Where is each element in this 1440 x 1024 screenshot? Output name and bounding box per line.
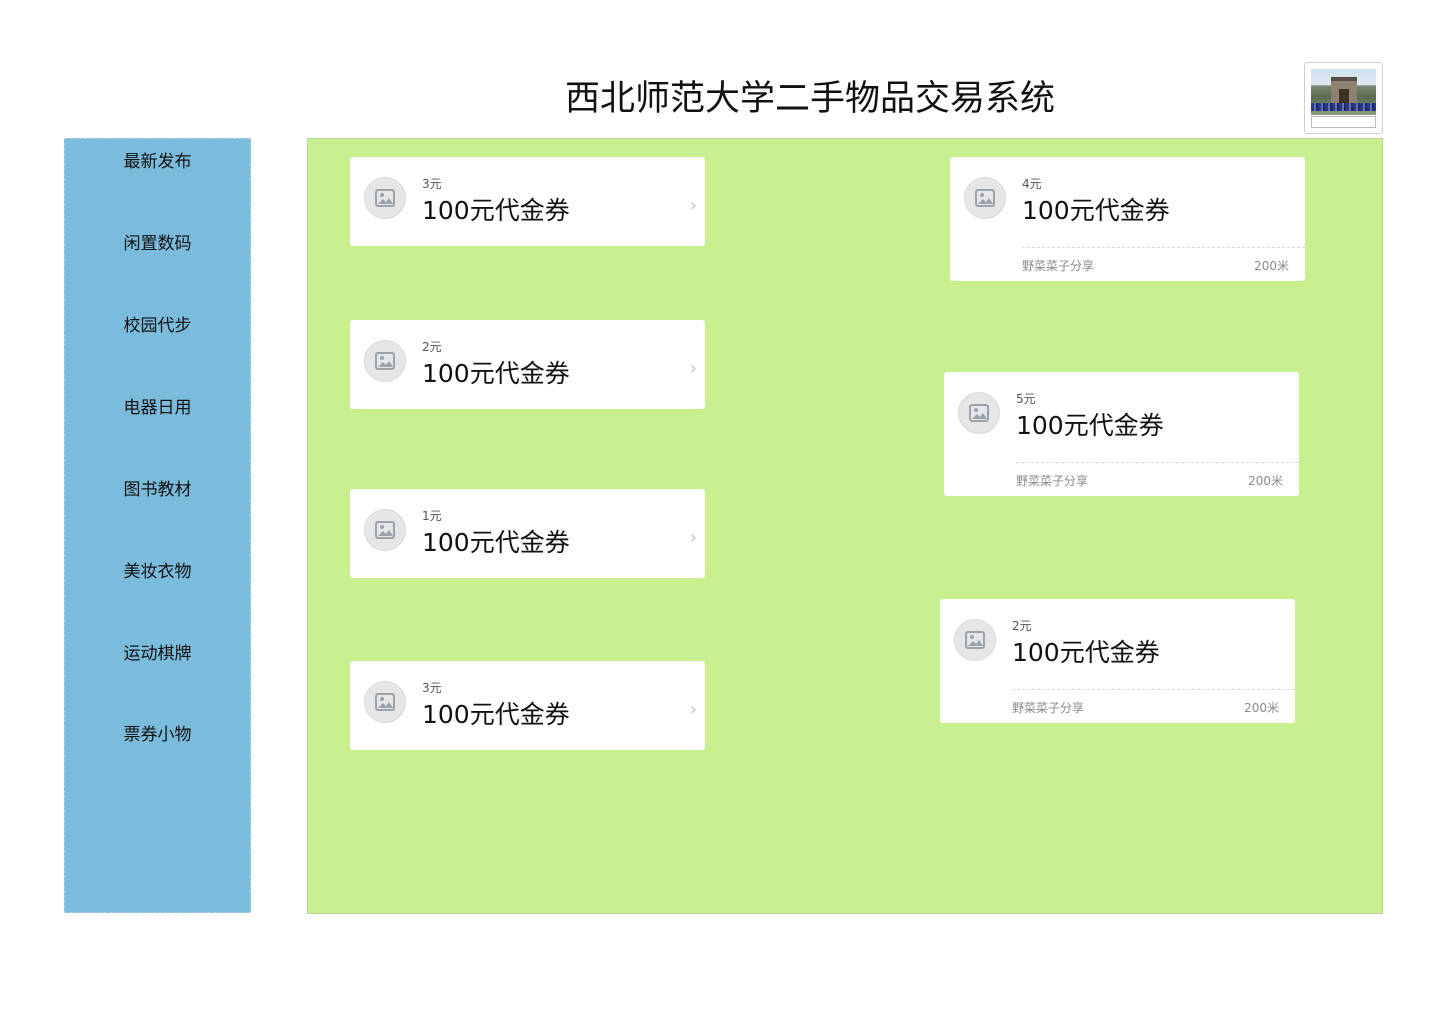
listing-card[interactable]: 2元 100元代金券 › — [350, 320, 705, 409]
listing-title: 100元代金券 — [1012, 638, 1160, 667]
image-placeholder-icon — [364, 509, 406, 551]
image-placeholder-icon — [964, 177, 1006, 219]
listing-price: 3元 — [422, 681, 442, 695]
listing-title: 100元代金券 — [422, 700, 570, 729]
listing-source: 野菜菜子分享 — [1012, 701, 1085, 715]
sidebar-item-books[interactable]: 图书教材 — [65, 479, 250, 501]
listing-distance: 200米 — [1254, 259, 1289, 273]
card-divider — [1022, 247, 1305, 248]
sidebar-item-appliances[interactable]: 电器日用 — [65, 397, 250, 419]
chevron-right-icon: › — [689, 699, 697, 720]
listing-price: 3元 — [422, 177, 442, 191]
chevron-right-icon: › — [689, 195, 697, 216]
sidebar-item-digital[interactable]: 闲置数码 — [65, 233, 250, 255]
listing-price: 1元 — [422, 509, 442, 523]
listing-price: 4元 — [1022, 177, 1042, 191]
card-divider — [1016, 462, 1299, 463]
listing-title: 100元代金券 — [1022, 196, 1170, 225]
listing-price: 2元 — [1012, 619, 1032, 633]
sidebar-item-latest[interactable]: 最新发布 — [65, 151, 250, 173]
listing-distance: 200米 — [1244, 701, 1279, 715]
listing-title: 100元代金券 — [422, 359, 570, 388]
chevron-right-icon: › — [689, 527, 697, 548]
listing-card[interactable]: 4元 100元代金券 野菜菜子分享 200米 — [950, 157, 1305, 281]
listing-source: 野菜菜子分享 — [1016, 474, 1089, 488]
listing-card[interactable]: 1元 100元代金券 › — [350, 489, 705, 578]
image-placeholder-icon — [364, 340, 406, 382]
listing-title: 100元代金券 — [422, 528, 570, 557]
listing-source: 野菜菜子分享 — [1022, 259, 1095, 273]
listing-price: 2元 — [422, 340, 442, 354]
listing-title: 100元代金券 — [1016, 411, 1164, 440]
listing-card[interactable]: 5元 100元代金券 野菜菜子分享 200米 — [944, 372, 1299, 496]
listing-distance: 200米 — [1248, 474, 1283, 488]
sidebar-item-sports[interactable]: 运动棋牌 — [65, 643, 250, 665]
image-placeholder-icon — [364, 681, 406, 723]
listing-card[interactable]: 3元 100元代金券 › — [350, 157, 705, 246]
listing-price: 5元 — [1016, 392, 1036, 406]
campus-gate-photo — [1311, 69, 1376, 115]
listing-card[interactable]: 2元 100元代金券 野菜菜子分享 200米 — [940, 599, 1295, 723]
image-placeholder-icon — [954, 619, 996, 661]
page-title: 西北师范大学二手物品交易系统 — [564, 79, 1055, 119]
sidebar-item-tickets[interactable]: 票券小物 — [65, 724, 250, 746]
chevron-right-icon: › — [689, 358, 697, 379]
school-logo[interactable] — [1304, 62, 1383, 134]
listing-title: 100元代金券 — [422, 196, 570, 225]
listing-panel: 3元 100元代金券 › 2元 100元代金券 › 1元 100元代金券 › 3… — [307, 138, 1383, 914]
card-divider — [1012, 689, 1295, 690]
listing-card[interactable]: 3元 100元代金券 › — [350, 661, 705, 750]
category-sidebar: 最新发布 闲置数码 校园代步 电器日用 图书教材 美妆衣物 运动棋牌 票券小物 — [64, 138, 251, 913]
sidebar-item-clothing[interactable]: 美妆衣物 — [65, 561, 250, 583]
sidebar-item-transport[interactable]: 校园代步 — [65, 315, 250, 337]
image-placeholder-icon — [958, 392, 1000, 434]
image-placeholder-icon — [364, 177, 406, 219]
